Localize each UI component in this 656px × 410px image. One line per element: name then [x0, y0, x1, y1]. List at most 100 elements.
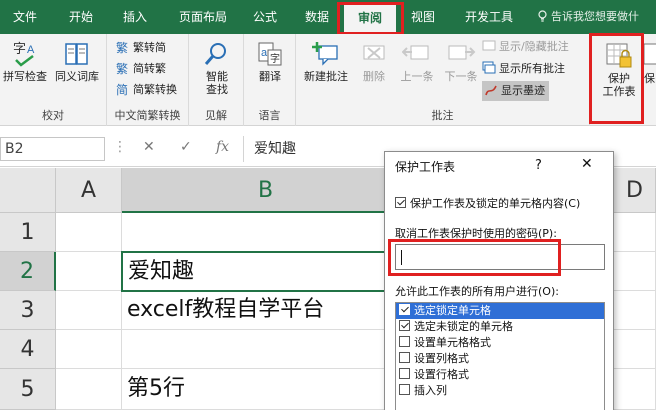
cell-a3[interactable]	[56, 291, 122, 330]
chinese-convert-button[interactable]: 简简繁转换	[116, 80, 177, 100]
svg-text:繁: 繁	[116, 61, 128, 75]
name-box[interactable]: B2	[0, 137, 105, 161]
permissions-list[interactable]: 选定锁定单元格选定未锁定的单元格 设置单元格格式设置列格式 设置行格式插入列	[395, 302, 605, 410]
checkbox-checked-icon[interactable]	[399, 320, 410, 331]
trad-to-simp-button[interactable]: 繁繁转简	[116, 38, 166, 58]
tab-file[interactable]: 文件	[0, 0, 50, 34]
select-all-corner[interactable]	[0, 168, 56, 213]
permission-label: 选定未锁定的单元格	[414, 320, 513, 333]
previous-comment-button[interactable]: 上一条	[396, 38, 438, 98]
tell-me-text: 告诉我您想要做什	[551, 10, 639, 23]
group-chinese-conversion: 繁繁转简 繁简转繁 简简繁转换 中文简繁转换	[107, 34, 189, 126]
group-insights: 智能 查找 见解	[189, 34, 244, 126]
ribbon-tab-bar: 文件 开始 插入 页面布局 公式 数据 审阅 视图 开发工具 告诉我您想要做什	[0, 0, 656, 34]
checkbox-checked-icon[interactable]	[399, 304, 410, 315]
ribbon-review: 字A 拼写检查 同义词库 校对 繁繁转简 繁简转繁 简简繁转换 中文简繁转换 智…	[0, 34, 656, 126]
protect-sheet-dialog: 保护工作表 ? ✕ 保护工作表及锁定的单元格内容(C) 取消工作表保护时使用的密…	[384, 151, 614, 410]
cell-b1[interactable]	[122, 213, 410, 252]
checkbox-unchecked-icon[interactable]	[399, 336, 410, 347]
tab-review[interactable]: 审阅	[344, 5, 396, 34]
group-label-comments: 批注	[431, 109, 454, 122]
protect-workbook-icon	[644, 43, 656, 65]
thesaurus-button[interactable]: 同义词库	[54, 38, 100, 98]
checkbox-checked-icon	[395, 197, 406, 208]
row-header-5[interactable]: 5	[0, 369, 56, 410]
permission-item[interactable]: 插入列	[396, 383, 604, 399]
simp-to-trad-icon: 繁	[116, 61, 130, 76]
password-label: 取消工作表保护时使用的密码(P):	[395, 227, 557, 240]
tab-home[interactable]: 开始	[56, 0, 106, 34]
svg-text:a: a	[261, 47, 268, 59]
checkbox-unchecked-icon[interactable]	[399, 384, 410, 395]
row-header-2[interactable]: 2	[0, 252, 56, 291]
tab-developer[interactable]: 开发工具	[452, 0, 526, 34]
permission-item[interactable]: 设置列格式	[396, 351, 604, 367]
cell-a2[interactable]	[56, 252, 122, 291]
group-proofing: 字A 拼写检查 同义词库 校对	[0, 34, 107, 126]
protect-contents-checkbox[interactable]: 保护工作表及锁定的单元格内容(C)	[395, 195, 580, 211]
svg-text:A: A	[27, 44, 35, 56]
cell-b3[interactable]: excelf教程自学平台	[122, 291, 410, 330]
show-ink-button[interactable]: 显示墨迹	[482, 81, 549, 101]
tab-page-layout[interactable]: 页面布局	[168, 0, 238, 34]
permission-label: 选定锁定单元格	[414, 304, 491, 317]
checkbox-unchecked-icon[interactable]	[399, 368, 410, 379]
translate-button[interactable]: a字 翻译	[247, 38, 293, 98]
svg-text:简: 简	[116, 83, 128, 96]
tab-insert[interactable]: 插入	[110, 0, 160, 34]
new-comment-button[interactable]: 新建批注	[300, 38, 352, 98]
tab-view[interactable]: 视图	[400, 0, 446, 34]
permission-item[interactable]: 选定未锁定的单元格	[396, 319, 604, 335]
simp-to-trad-button[interactable]: 繁简转繁	[116, 59, 166, 79]
permission-label: 设置行格式	[414, 368, 469, 381]
delete-comment-button[interactable]: 删除	[354, 38, 394, 98]
fx-icon[interactable]: fx	[216, 139, 229, 155]
cell-a5[interactable]	[56, 369, 122, 410]
protect-sheet-button[interactable]: 保护 工作表	[596, 40, 642, 100]
permission-item[interactable]: 设置行格式	[396, 367, 604, 383]
show-all-comments-button[interactable]: 显示所有批注	[482, 59, 565, 79]
tab-data[interactable]: 数据	[294, 0, 340, 34]
spell-check-icon: 字A	[13, 41, 35, 67]
text-caret	[401, 250, 402, 265]
permission-label: 设置单元格格式	[414, 336, 491, 349]
formula-bar-handle[interactable]: ⋮	[112, 139, 128, 159]
cell-b4[interactable]	[122, 330, 410, 369]
svg-text:繁: 繁	[116, 40, 128, 54]
group-label-proofing: 校对	[42, 109, 64, 122]
tab-formulas[interactable]: 公式	[242, 0, 288, 34]
enter-icon[interactable]: ✓	[180, 139, 192, 155]
cell-b2[interactable]: 爱知趣	[121, 251, 411, 292]
close-icon[interactable]: ✕	[581, 156, 593, 172]
group-protect: 保护 工作表 保	[590, 34, 656, 126]
permission-label: 插入列	[414, 384, 447, 397]
smart-lookup-button[interactable]: 智能 查找	[194, 38, 240, 98]
show-all-comments-icon	[482, 61, 496, 75]
svg-text:字: 字	[270, 52, 280, 65]
spell-check-button[interactable]: 字A 拼写检查	[2, 38, 48, 98]
row-header-3[interactable]: 3	[0, 291, 56, 330]
translate-icon: a字	[258, 42, 282, 66]
cancel-icon[interactable]: ✕	[143, 139, 155, 155]
column-header-b[interactable]: B	[122, 168, 410, 213]
cell-a4[interactable]	[56, 330, 122, 369]
permission-item[interactable]: 设置单元格格式	[396, 335, 604, 351]
cell-a1[interactable]	[56, 213, 122, 252]
protect-workbook-button[interactable]: 保	[644, 40, 656, 100]
column-header-a[interactable]: A	[56, 168, 122, 213]
permission-item[interactable]: 选定锁定单元格	[396, 303, 604, 319]
checkbox-unchecked-icon[interactable]	[399, 352, 410, 363]
cell-b5[interactable]: 第5行	[122, 369, 410, 410]
protect-sheet-icon	[606, 43, 632, 68]
trad-to-simp-icon: 繁	[116, 40, 130, 55]
help-icon[interactable]: ?	[535, 158, 542, 173]
row-header-1[interactable]: 1	[0, 213, 56, 252]
password-input[interactable]	[395, 244, 605, 270]
lightbulb-icon	[538, 10, 547, 22]
row-header-4[interactable]: 4	[0, 330, 56, 369]
show-hide-comment-button[interactable]: 显示/隐藏批注	[482, 37, 569, 57]
tell-me-search[interactable]: 告诉我您想要做什	[537, 0, 639, 34]
svg-text:字: 字	[13, 41, 26, 56]
group-label-chinese: 中文简繁转换	[114, 109, 181, 122]
next-comment-button[interactable]: 下一条	[440, 38, 482, 98]
